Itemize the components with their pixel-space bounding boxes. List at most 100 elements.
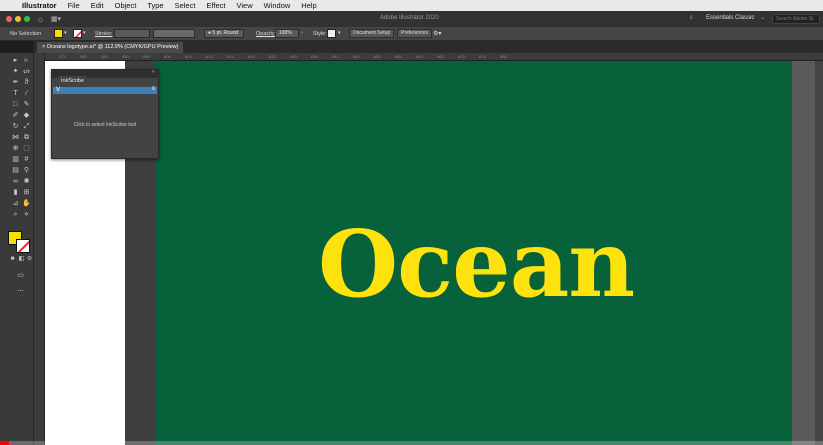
symbol-sprayer-tool-icon[interactable]: ✺ (21, 177, 32, 186)
zoom-window-button[interactable] (24, 16, 30, 22)
type-tool-icon[interactable]: T (10, 89, 21, 98)
menu-app[interactable]: Illustrator (22, 1, 57, 10)
lightbulb-icon[interactable]: ♀ (688, 13, 694, 22)
line-tool-icon[interactable]: ∕ (21, 89, 32, 98)
shape-builder-tool-icon[interactable]: ⊕ (10, 144, 21, 153)
control-bar: No Selection ▾ ▾ Stroke: ● 5 pt. Round O… (0, 27, 823, 41)
variable-width-profile[interactable] (153, 29, 195, 38)
stroke-weight-field[interactable] (114, 29, 150, 38)
ruler-tick-label: 680 (500, 54, 507, 59)
ruler-tick-label: 585 (101, 54, 108, 59)
none-mode-icon[interactable]: ⊘ (24, 255, 35, 264)
ruler-tick-label: 625 (269, 54, 276, 59)
direct-selection-tool-icon[interactable]: ▹ (21, 56, 32, 65)
hand-tool-icon[interactable]: ✋ (21, 199, 32, 208)
shaper-tool-icon[interactable]: ✐ (10, 111, 21, 120)
menu-file[interactable]: File (68, 1, 80, 10)
screen-mode-icon[interactable]: ▭ (15, 271, 26, 280)
column-graph-tool-icon[interactable]: ▮ (10, 188, 21, 197)
ruler-tick-label: 630 (290, 54, 297, 59)
ruler-tick-label: 675 (479, 54, 486, 59)
zoom-tool-icon[interactable]: ⌕ (10, 210, 21, 219)
preferences-button[interactable]: Preferences (397, 29, 432, 38)
pen-tool-icon[interactable]: ✒ (10, 78, 21, 87)
paintbrush-tool-icon[interactable]: ✎ (21, 100, 32, 109)
artboard-tool-icon[interactable]: ⊞ (21, 188, 32, 197)
vertical-ruler[interactable] (34, 53, 45, 445)
document-setup-button[interactable]: Document Setup (349, 29, 395, 38)
no-stroke-icon (17, 240, 29, 252)
stroke-chevron-icon[interactable]: ▾ (83, 30, 86, 36)
arrange-icon[interactable]: ⚙▾ (433, 30, 441, 37)
curvature-tool-icon[interactable]: ϑ (21, 78, 32, 87)
inkscribe-tab[interactable]: InkScribe (58, 76, 87, 86)
menu-view[interactable]: View (236, 1, 252, 10)
blend-tool-icon[interactable]: ∞ (10, 177, 21, 186)
ocean-logotype[interactable]: Ocean (318, 218, 635, 310)
close-tab-icon[interactable]: × (42, 44, 45, 50)
stroke-color-box[interactable] (16, 239, 30, 253)
arrange-documents-icon[interactable]: ▦▾ (51, 15, 61, 23)
opacity-label[interactable]: Opacity: (256, 31, 276, 37)
panel-menu-icon[interactable]: ≡ (151, 86, 155, 92)
document-tab-bar: × Oceans logotype.ai* @ 112.9% (CMYK/GPU… (34, 41, 823, 53)
gradient-tool-icon[interactable]: ▤ (10, 166, 21, 175)
chevron-down-icon: ⌄ (760, 15, 766, 21)
ruler-tick-label: 670 (458, 54, 465, 59)
perspective-grid-tool-icon[interactable]: ▥ (10, 155, 21, 164)
collapse-panel-icon[interactable]: » (152, 69, 155, 75)
edit-toolbar-icon[interactable]: ⋯ (15, 287, 26, 296)
puppet-warp-tool-icon[interactable]: ⋄ (21, 210, 32, 219)
selection-tool-icon[interactable]: ▸ (10, 56, 21, 65)
inkscribe-tool-bar[interactable]: ᐯ ≡ (53, 86, 157, 94)
ruler-tick-label: 655 (395, 54, 402, 59)
menu-object[interactable]: Object (115, 1, 137, 10)
minimize-window-button[interactable] (15, 16, 21, 22)
brush-definition[interactable]: ● 5 pt. Round (204, 29, 244, 38)
ruler-tick-label: 615 (227, 54, 234, 59)
scale-tool-icon[interactable]: ⤢ (21, 122, 32, 131)
graphic-style-swatch[interactable] (327, 29, 336, 38)
menu-effect[interactable]: Effect (206, 1, 225, 10)
selection-status: No Selection (10, 31, 42, 37)
free-transform-tool-icon[interactable]: ⧉ (21, 133, 32, 142)
ruler-tick-label: 645 (353, 54, 360, 59)
live-paint-tool-icon[interactable]: ⬚ (21, 144, 32, 153)
width-tool-icon[interactable]: ⋈ (10, 133, 21, 142)
magic-wand-tool-icon[interactable]: ✦ (10, 67, 21, 76)
lasso-tool-icon[interactable]: ᔕ (21, 67, 32, 76)
menu-select[interactable]: Select (175, 1, 196, 10)
vertical-scrollbar[interactable] (815, 61, 823, 445)
video-progress-bar[interactable] (0, 441, 823, 445)
opacity-chevron-icon[interactable]: › (301, 30, 303, 36)
document-tab[interactable]: × Oceans logotype.ai* @ 112.9% (CMYK/GPU… (37, 42, 184, 53)
brush-dot-icon: ● (208, 30, 212, 36)
eraser-tool-icon[interactable]: ◆ (21, 111, 32, 120)
stroke-label[interactable]: Stroke: (95, 31, 112, 37)
stroke-swatch[interactable] (73, 29, 82, 38)
ruler-tick-label: 590 (122, 54, 129, 59)
mesh-tool-icon[interactable]: # (21, 155, 32, 164)
horizontal-ruler[interactable]: 575 580 585 590 595 600 605 610 615 620 625 630 635 6… (45, 53, 823, 61)
ruler-tick-label: 595 (143, 54, 150, 59)
menu-help[interactable]: Help (301, 1, 316, 10)
app-title: Adobe Illustrator 2020 (380, 15, 439, 21)
fill-swatch[interactable] (54, 29, 63, 38)
ruler-tick-label: 580 (80, 54, 87, 59)
close-window-button[interactable] (6, 16, 12, 22)
slice-tool-icon[interactable]: ⊿ (10, 199, 21, 208)
menu-window[interactable]: Window (264, 1, 291, 10)
opacity-field[interactable]: 100% (275, 29, 299, 38)
menu-type[interactable]: Type (147, 1, 163, 10)
home-icon[interactable]: ⌂ (38, 15, 43, 24)
ruler-tick-label: 640 (332, 54, 339, 59)
rectangle-tool-icon[interactable]: □ (10, 100, 21, 109)
search-stock-input[interactable]: Search Adobe St (772, 14, 820, 24)
menu-edit[interactable]: Edit (91, 1, 104, 10)
inkscribe-panel[interactable]: » InkScribe ᐯ ≡ Click to select InkScrib… (51, 69, 159, 159)
workspace-switcher[interactable]: Essentials Classic (706, 15, 754, 21)
rotate-tool-icon[interactable]: ↻ (10, 122, 21, 131)
style-chevron-icon[interactable]: ▾ (338, 30, 341, 36)
eyedropper-tool-icon[interactable]: ⚲ (21, 166, 32, 175)
fill-chevron-icon[interactable]: ▾ (64, 30, 67, 36)
